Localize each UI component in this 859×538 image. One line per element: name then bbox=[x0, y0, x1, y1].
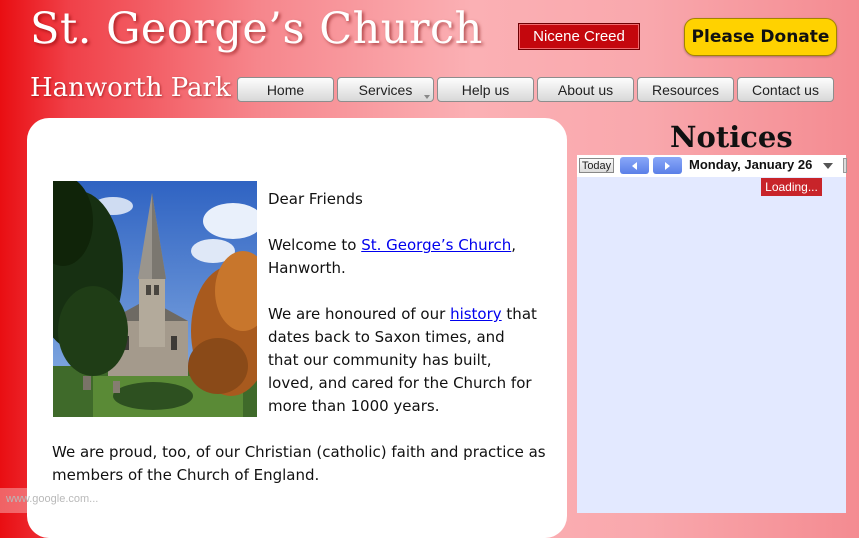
calendar-toolbar: Today Monday, January 26 bbox=[577, 155, 847, 177]
welcome-letter: Dear Friends Welcome to St. George’s Chu… bbox=[268, 188, 538, 441]
calendar-date-label: Monday, January 26 bbox=[689, 157, 813, 172]
site-subtitle: Hanworth Park bbox=[30, 73, 231, 103]
nav-services[interactable]: Services bbox=[337, 77, 434, 102]
arrow-left-icon bbox=[632, 161, 637, 170]
calendar-next-button[interactable] bbox=[653, 157, 682, 174]
nav-about-us[interactable]: About us bbox=[537, 77, 634, 102]
history-link[interactable]: history bbox=[450, 305, 502, 323]
calendar-edge-button[interactable] bbox=[843, 158, 847, 173]
welcome-paragraph: Welcome to St. George’s Church, Hanworth… bbox=[268, 234, 538, 280]
nav-contact-us[interactable]: Contact us bbox=[737, 77, 834, 102]
nav-resources[interactable]: Resources bbox=[637, 77, 734, 102]
status-bar-text: www.google.com... bbox=[0, 488, 268, 513]
nav-home[interactable]: Home bbox=[237, 77, 334, 102]
nav-home-label: Home bbox=[266, 81, 305, 98]
nav-help-us[interactable]: Help us bbox=[437, 77, 534, 102]
main-content-panel: Dear Friends Welcome to St. George’s Chu… bbox=[27, 118, 567, 538]
greeting-text: Dear Friends bbox=[268, 190, 363, 208]
donate-button[interactable]: Please Donate bbox=[684, 18, 837, 56]
history-paragraph: We are honoured of our history that date… bbox=[268, 303, 538, 418]
calendar-prev-button[interactable] bbox=[620, 157, 649, 174]
loading-indicator: Loading... bbox=[761, 178, 822, 196]
nicene-creed-button[interactable]: Nicene Creed bbox=[518, 23, 640, 50]
calendar-today-button[interactable]: Today bbox=[579, 158, 614, 173]
faith-paragraph: We are proud, too, of our Christian (cat… bbox=[52, 443, 546, 484]
arrow-right-icon bbox=[665, 161, 670, 170]
dropdown-arrow-icon[interactable] bbox=[823, 163, 833, 169]
nav-resources-label: Resources bbox=[652, 81, 719, 98]
submenu-caret-icon bbox=[424, 95, 430, 99]
nav-services-label: Services bbox=[358, 81, 413, 98]
site-title: St. George’s Church bbox=[30, 4, 483, 54]
church-photo bbox=[53, 181, 257, 417]
welcome-prefix: Welcome to bbox=[268, 236, 362, 254]
church-link[interactable]: St. George’s Church bbox=[361, 236, 511, 254]
nav-contact-us-label: Contact us bbox=[752, 81, 819, 98]
history-prefix: We are honoured of our bbox=[268, 305, 451, 323]
notices-calendar: Today Monday, January 26 Loading... bbox=[577, 155, 847, 513]
nav-help-us-label: Help us bbox=[461, 81, 510, 98]
main-nav: Home Services Help us About us Resources… bbox=[237, 77, 834, 102]
nav-about-us-label: About us bbox=[557, 81, 614, 98]
notices-heading: Notices bbox=[670, 120, 793, 154]
